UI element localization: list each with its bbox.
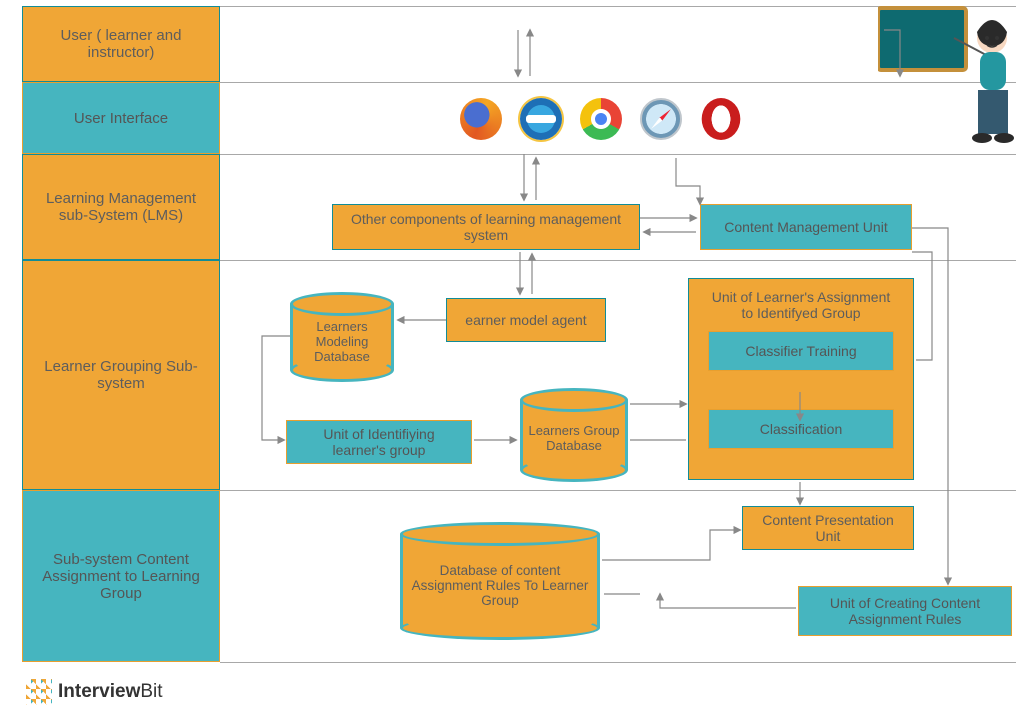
brand-mark-icon [26, 679, 52, 705]
teacher-illustration-icon [878, 2, 1018, 152]
box-unit-rules: Unit of Creating Content Assignment Rule… [798, 586, 1012, 636]
row-label-ui: User Interface [22, 82, 220, 154]
diagram-canvas: User ( learner and instructor) User Inte… [0, 0, 1024, 719]
opera-icon [702, 98, 741, 140]
ie-icon [520, 98, 562, 140]
lane-line [220, 490, 1016, 491]
box-classifier-training: Classifier Training [708, 331, 894, 371]
row-label-user: User ( learner and instructor) [22, 6, 220, 82]
cylinder-learners-group-db: Learners Group Database [520, 388, 628, 482]
lane-line [220, 260, 1016, 261]
lane-line [220, 154, 1016, 155]
box-classification: Classification [708, 409, 894, 449]
cylinder-label: Database of content Assignment Rules To … [400, 563, 600, 608]
box-content-mgmt: Content Management Unit [700, 204, 912, 250]
box-content-presentation: Content Presentation Unit [742, 506, 914, 550]
safari-icon [640, 98, 682, 140]
cylinder-learners-modeling-db: Learners Modeling Database [290, 292, 394, 382]
row-label-group: Learner Grouping Sub-system [22, 260, 220, 490]
row-label-lms: Learning Management sub-System (LMS) [22, 154, 220, 260]
cylinder-label: Learners Group Database [520, 423, 628, 453]
brand-name: InterviewBit [58, 681, 163, 703]
brand-logo: InterviewBit [26, 679, 163, 705]
firefox-icon [460, 98, 502, 140]
assign-group-title: Unit of Learner's Assignment to Identify… [697, 289, 905, 321]
browser-icons [460, 98, 742, 140]
box-earner-agent: earner model agent [446, 298, 606, 342]
box-other-lms: Other components of learning management … [332, 204, 640, 250]
lane-line [220, 662, 1016, 663]
chrome-icon [580, 98, 622, 140]
box-unit-identify: Unit of Identifiying learner's group [286, 420, 472, 464]
box-assign-group: Unit of Learner's Assignment to Identify… [688, 278, 914, 480]
cylinder-label: Learners Modeling Database [290, 319, 394, 364]
cylinder-db-rules: Database of content Assignment Rules To … [400, 522, 600, 640]
row-label-assign: Sub-system Content Assignment to Learnin… [22, 490, 220, 662]
